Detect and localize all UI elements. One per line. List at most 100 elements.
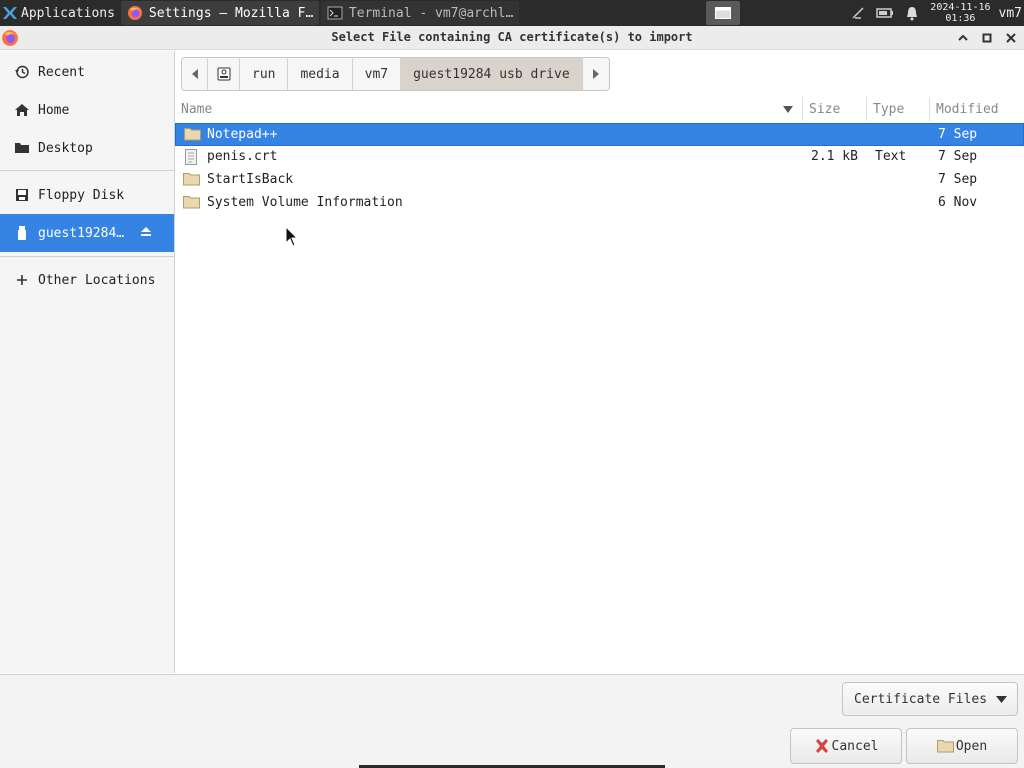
path-segment-vm7[interactable]: vm7 — [353, 58, 402, 90]
file-name: Notepad++ — [207, 127, 278, 142]
terminal-icon — [327, 6, 343, 20]
file-list: Name Size Type Modified Notepad++ 7 Sep … — [175, 97, 1024, 673]
path-segment-run[interactable]: run — [240, 58, 289, 90]
sidebar-separator — [0, 256, 174, 257]
recent-icon — [14, 64, 30, 80]
chevron-up-icon — [958, 34, 968, 41]
folder-icon — [14, 140, 30, 156]
open-button[interactable]: Open — [906, 728, 1018, 764]
file-row[interactable]: penis.crt 2.1 kB Text 7 Sep — [175, 146, 1024, 169]
file-row[interactable]: Notepad++ 7 Sep — [175, 123, 1024, 146]
cancel-label: Cancel — [831, 738, 879, 754]
file-modified: 7 Sep — [938, 172, 978, 187]
column-header-name[interactable]: Name — [175, 97, 803, 121]
taskbar-item-terminal[interactable]: Terminal - vm7@archl… — [320, 1, 519, 25]
minimize-button[interactable] — [954, 29, 972, 47]
sidebar-item-label: Floppy Disk — [38, 187, 125, 203]
file-name: penis.crt — [207, 149, 278, 164]
column-header-label: Name — [181, 101, 213, 117]
file-row[interactable]: System Volume Information 6 Nov — [175, 192, 1024, 215]
file-type-filter-dropdown[interactable]: Certificate Files — [842, 682, 1018, 716]
taskbar: Applications Settings — Mozilla F… Termi… — [0, 0, 1024, 26]
folder-icon — [183, 173, 200, 186]
sidebar-item-recent[interactable]: Recent — [0, 53, 174, 91]
column-header-label: Type — [873, 101, 905, 117]
column-header-type[interactable]: Type — [867, 97, 930, 121]
maximize-icon — [982, 33, 992, 43]
home-icon — [14, 102, 30, 118]
dialog-footer: Certificate Files Cancel Open — [0, 674, 1024, 768]
sidebar-item-home[interactable]: Home — [0, 91, 174, 129]
path-scroll-left-button[interactable] — [182, 58, 208, 90]
xfce-logo-icon — [3, 7, 17, 19]
filter-label: Certificate Files — [854, 691, 988, 707]
eject-icon[interactable] — [140, 225, 152, 241]
dialog-titlebar: Select File containing CA certificate(s)… — [0, 26, 1024, 50]
close-icon — [1006, 33, 1016, 43]
file-name: StartIsBack — [207, 172, 294, 187]
taskbar-item-label: Terminal - vm7@archl… — [348, 5, 514, 21]
drive-icon — [217, 67, 230, 81]
path-bar: run media vm7 guest19284 usb drive — [181, 57, 610, 91]
path-segment-media[interactable]: media — [288, 58, 353, 90]
applications-menu[interactable]: Applications — [0, 0, 119, 26]
open-label: Open — [955, 738, 988, 754]
clock-date: 2024-11-16 — [930, 2, 991, 13]
text-file-icon — [185, 149, 197, 165]
applications-label: Applications — [21, 5, 115, 21]
places-sidebar: Recent Home Desktop Floppy Disk guest192… — [0, 51, 175, 673]
sidebar-item-usb-drive[interactable]: guest19284… — [0, 214, 174, 252]
path-scroll-right-button[interactable] — [583, 58, 609, 90]
sort-descending-icon — [783, 106, 793, 113]
chevron-down-icon — [996, 696, 1007, 703]
file-modified: 7 Sep — [938, 149, 978, 164]
column-header-label: Size — [809, 101, 841, 117]
path-segment-root[interactable] — [208, 58, 240, 90]
sidebar-item-label: Recent — [38, 64, 85, 80]
triangle-right-icon — [592, 69, 599, 79]
show-desktop-button[interactable] — [706, 1, 741, 25]
firefox-icon — [127, 6, 142, 20]
file-modified: 7 Sep — [938, 127, 978, 142]
maximize-button[interactable] — [978, 29, 996, 47]
system-tray — [850, 5, 920, 21]
clock-time: 01:36 — [945, 13, 976, 24]
taskbar-item-settings[interactable]: Settings — Mozilla F… — [120, 1, 319, 25]
folder-open-icon — [936, 739, 954, 753]
sidebar-item-other-locations[interactable]: Other Locations — [0, 261, 174, 299]
clock[interactable]: 2024-11-16 01:36 — [930, 2, 990, 24]
path-segment-usb-drive[interactable]: guest19284 usb drive — [401, 58, 583, 90]
dialog-title: Select File containing CA certificate(s)… — [331, 30, 693, 44]
notification-bell-icon[interactable] — [904, 5, 920, 21]
file-name: System Volume Information — [207, 195, 403, 210]
sidebar-item-label: Other Locations — [38, 272, 156, 288]
folder-icon — [183, 196, 200, 209]
network-disconnected-icon[interactable] — [850, 5, 866, 21]
file-type: Text — [875, 149, 907, 164]
sidebar-item-label: Home — [38, 102, 70, 118]
column-header-label: Modified — [936, 101, 999, 117]
taskbar-item-label: Settings — Mozilla F… — [148, 5, 314, 21]
file-row[interactable]: StartIsBack 7 Sep — [175, 169, 1024, 192]
sidebar-item-floppy-disk[interactable]: Floppy Disk — [0, 176, 174, 214]
column-header-size[interactable]: Size — [803, 97, 867, 121]
triangle-left-icon — [191, 69, 198, 79]
usb-drive-icon — [14, 225, 30, 241]
sidebar-item-desktop[interactable]: Desktop — [0, 129, 174, 167]
sidebar-item-label: guest19284… — [38, 225, 125, 241]
file-modified: 6 Nov — [938, 195, 978, 210]
floppy-icon — [14, 187, 30, 203]
folder-icon — [184, 128, 201, 141]
column-header-modified[interactable]: Modified — [930, 97, 1024, 121]
battery-icon[interactable] — [876, 5, 894, 21]
file-size: 2.1 kB — [811, 149, 858, 164]
window-icon — [715, 7, 732, 19]
plus-icon — [14, 273, 30, 287]
cancel-button[interactable]: Cancel — [790, 728, 902, 764]
mouse-cursor-icon — [285, 226, 299, 247]
close-button[interactable] — [1002, 29, 1020, 47]
sidebar-separator — [0, 170, 174, 171]
cancel-icon — [814, 738, 830, 754]
sidebar-item-label: Desktop — [38, 140, 93, 156]
user-menu[interactable]: vm7 — [999, 6, 1022, 21]
